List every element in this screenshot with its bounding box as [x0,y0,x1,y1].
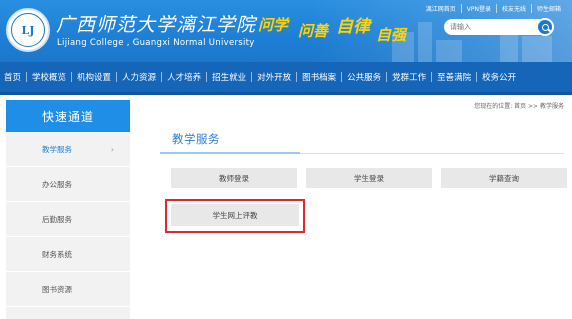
search-button[interactable] [536,18,554,36]
highlight-box [165,199,305,233]
nav-item-hr[interactable]: 人力资源 [122,71,156,83]
search-icon [541,23,549,31]
sidebar-item-label: 办公服务 [42,179,72,189]
top-link[interactable]: VPN登录 [462,4,497,13]
nav-item-international[interactable]: 对外开放 [257,71,291,83]
search-input[interactable] [450,21,528,33]
student-record-query-button[interactable]: 学籍查询 [441,168,567,188]
top-link[interactable]: 校友无线 [497,4,532,13]
sidebar-item-teaching[interactable]: 教学服务 › [6,132,130,167]
nav-item-affairs[interactable]: 校务公开 [482,71,516,83]
school-name-en: Lijiang College , Guangxi Normal Univers… [57,38,255,48]
top-links: 漓江网首页 VPN登录 校友无线 师生邮箱 [421,4,566,13]
site-header: LJ 广西师范大学漓江学院 Lijiang College , Guangxi … [0,0,572,62]
school-logo[interactable]: LJ [6,8,50,52]
motto-word: 问善 [298,22,329,40]
nav-item-organization[interactable]: 机构设置 [77,71,111,83]
nav-underline [0,92,572,95]
nav-item-overview[interactable]: 学校概览 [32,71,66,83]
sidebar-item-logistics[interactable]: 后勤服务 [6,202,130,237]
breadcrumb: 您现在的位置: 首页 >> 教学服务 [474,103,564,110]
sidebar-item-office[interactable]: 办公服务 [6,167,130,202]
sidebar-item-label: 后勤服务 [42,214,72,224]
top-link[interactable]: 漓江网首页 [421,4,462,13]
motto-word: 问学 [258,16,289,34]
nav-item-admissions[interactable]: 招生就业 [212,71,246,83]
building-silhouette [522,36,552,62]
sidebar-item-label: 图书资源 [42,284,72,294]
nav-item-party[interactable]: 党群工作 [392,71,426,83]
logo-emblem: LJ [11,13,45,47]
sidebar-title: 快速通道 [6,100,130,132]
teacher-login-button[interactable]: 教师登录 [171,168,297,188]
chevron-right-icon: › [110,144,114,154]
title-divider-accent [160,152,300,154]
sidebar: 快速通道 教学服务 › 办公服务 后勤服务 财务系统 图书资源 [6,100,130,319]
top-link[interactable]: 师生邮箱 [532,4,566,13]
school-name-cn: 广西师范大学漓江学院 [56,14,257,36]
student-login-button[interactable]: 学生登录 [306,168,432,188]
sidebar-item-finance[interactable]: 财务系统 [6,237,130,272]
motto-word: 自强 [376,26,407,44]
motto-word: 自律 [336,17,370,37]
building-silhouette [418,22,432,62]
nav-item-public-service[interactable]: 公共服务 [347,71,381,83]
nav-item-library[interactable]: 图书档案 [302,71,336,83]
nav-item-campus[interactable]: 至善满院 [437,71,471,83]
sidebar-item-library[interactable]: 图书资源 [6,272,130,307]
nav-item-home[interactable]: 首页 [4,71,21,83]
main-nav: 首页 学校概览 机构设置 人力资源 人才培养 招生就业 对外开放 图书档案 公共… [0,62,572,92]
sidebar-item-label: 教学服务 [42,144,72,154]
nav-item-education[interactable]: 人才培养 [167,71,201,83]
logo-text: LJ [21,23,35,37]
building-silhouette [436,40,462,62]
page-title: 教学服务 [172,132,220,146]
sidebar-item-label: 财务系统 [42,249,72,259]
search-box [444,18,554,36]
